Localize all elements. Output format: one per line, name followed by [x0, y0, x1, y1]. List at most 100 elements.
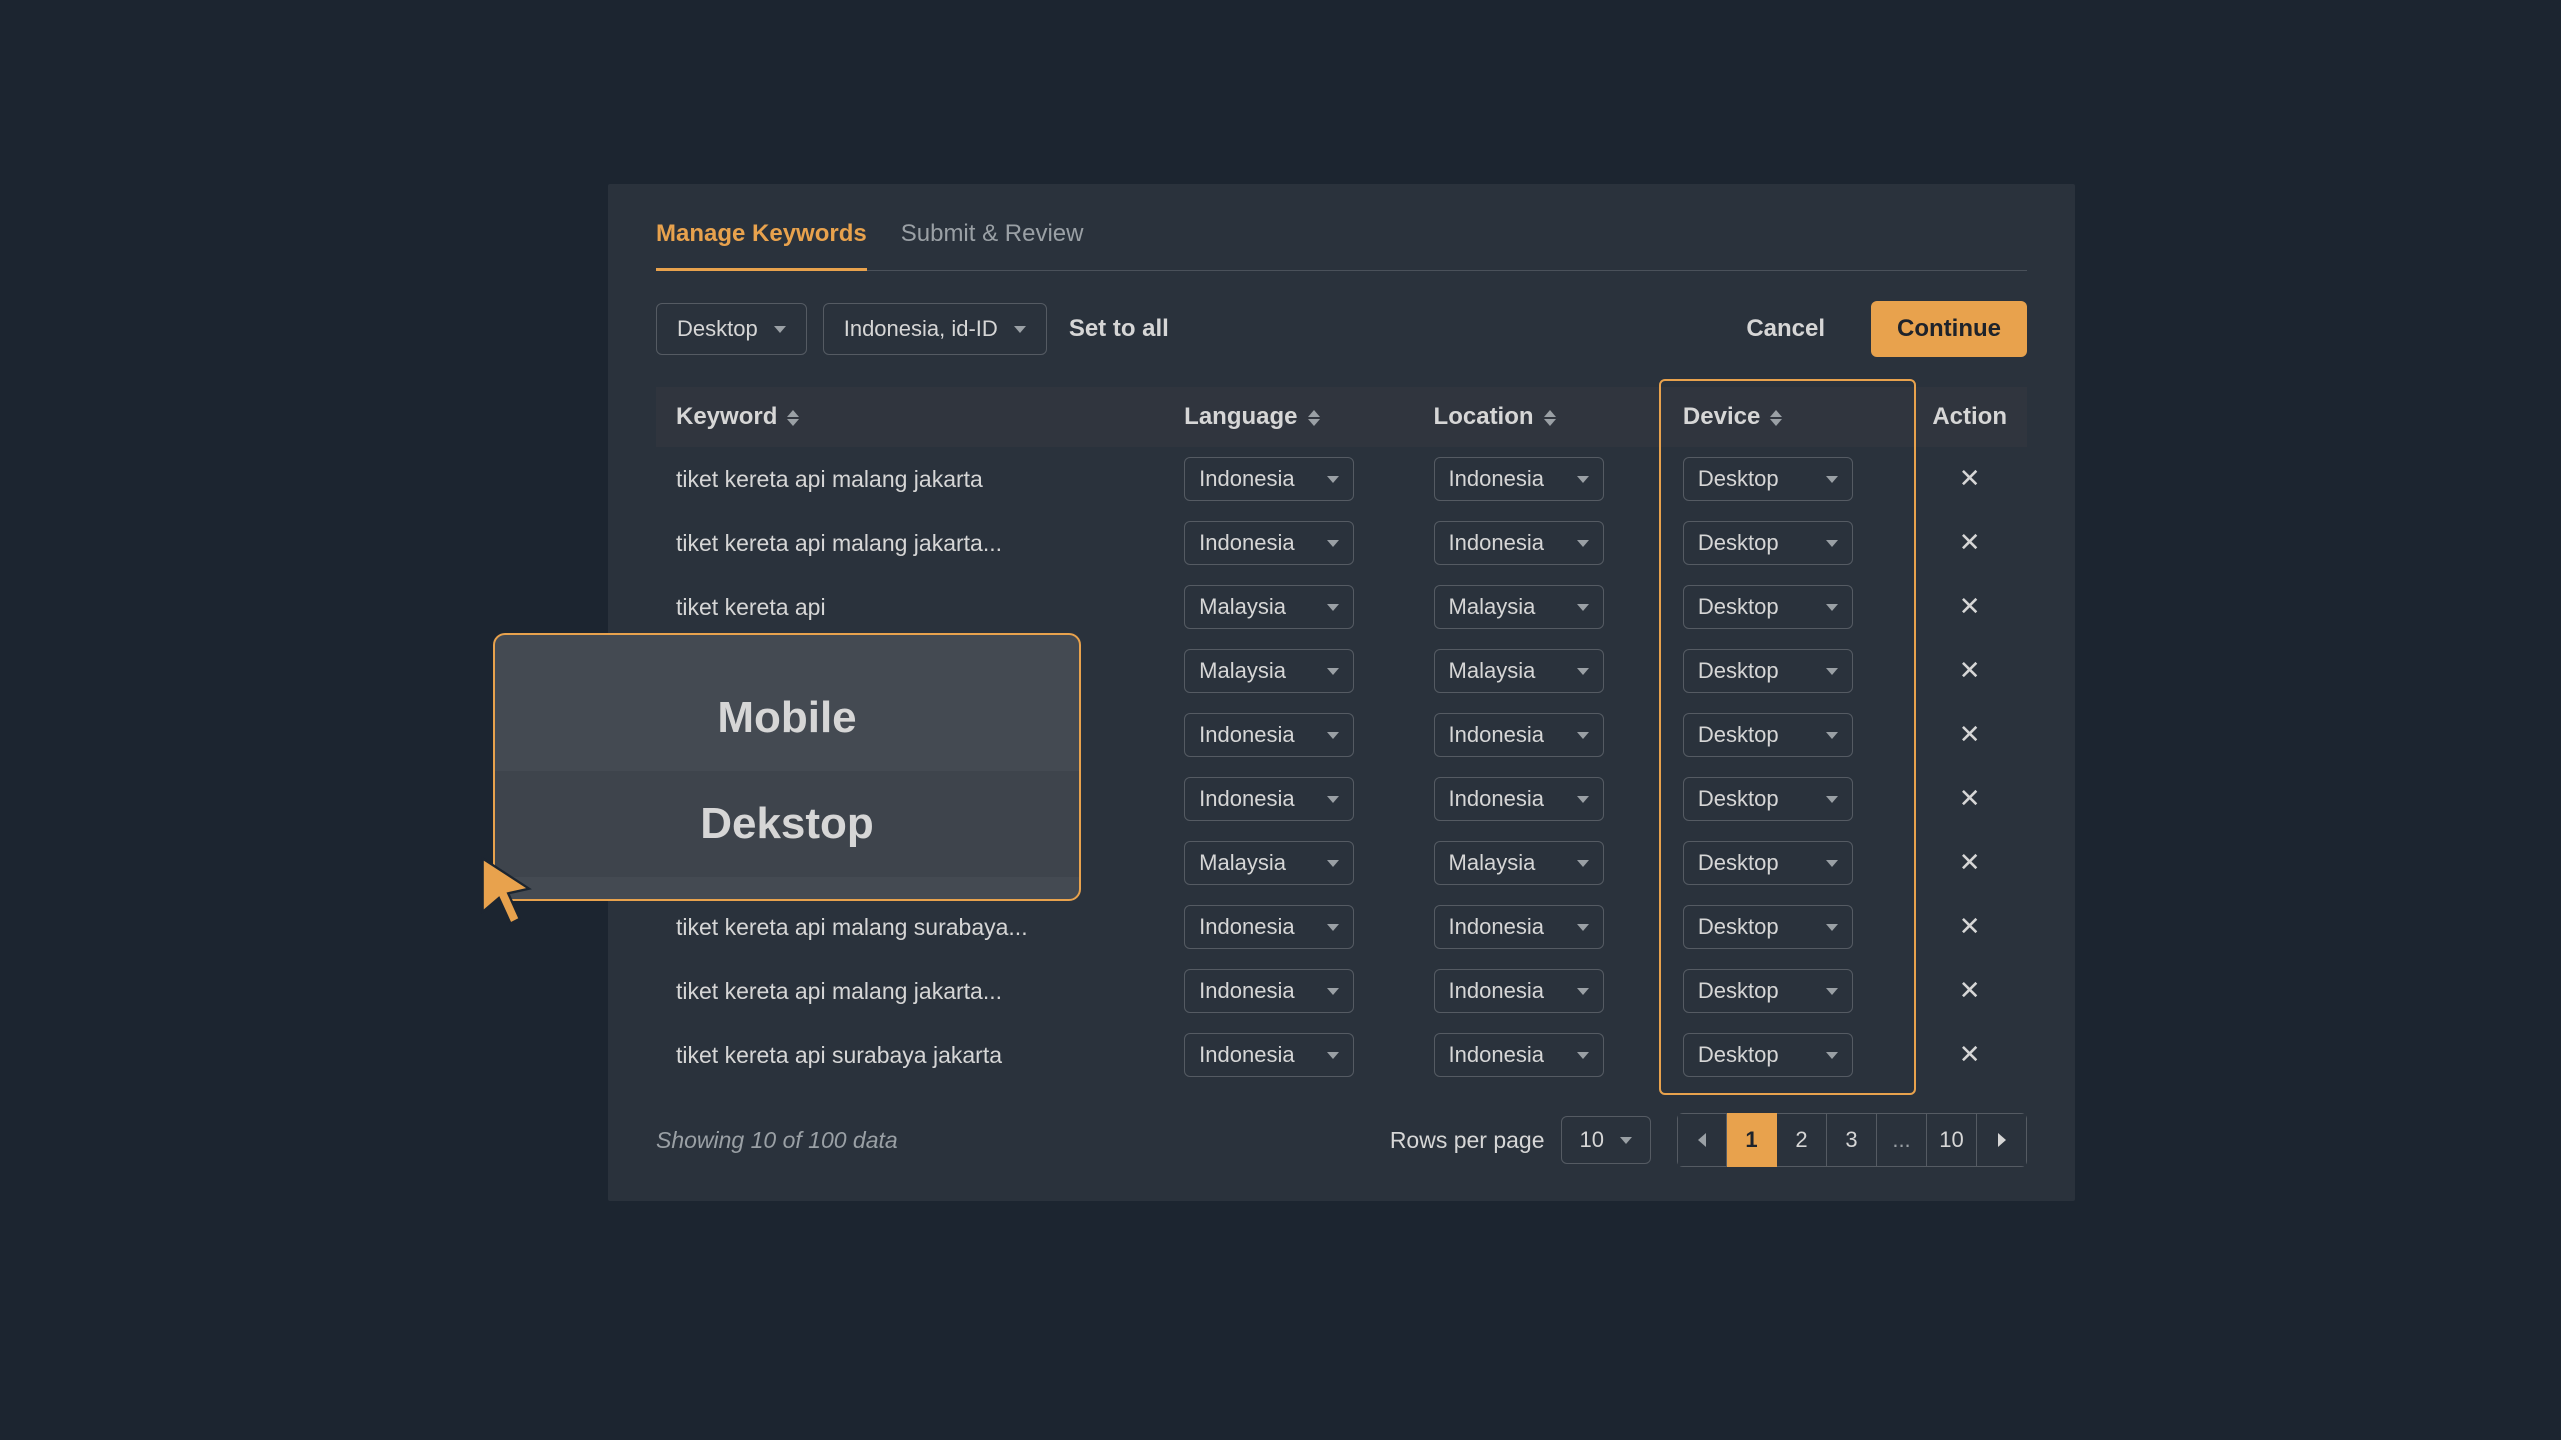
page-1-button[interactable]: 1 [1727, 1113, 1777, 1167]
table-row: tiket kereta api surabaya jakarta Indones… [656, 1023, 2027, 1087]
keyword-cell: tiket kereta api malang jakarta [656, 447, 1164, 511]
chevron-down-icon [1327, 860, 1339, 867]
location-select[interactable]: Indonesia [1434, 1033, 1604, 1077]
location-value: Indonesia [1449, 786, 1544, 812]
device-value: Desktop [1698, 850, 1779, 876]
keyword-cell: tiket kereta api malang jakarta... [656, 959, 1164, 1023]
table-row: tiket kereta api malang jakarta Indonesia… [656, 447, 2027, 511]
language-select[interactable]: Malaysia [1184, 585, 1354, 629]
remove-row-button[interactable]: ✕ [1956, 913, 1984, 941]
chevron-down-icon [1577, 476, 1589, 483]
language-value: Indonesia [1199, 978, 1294, 1004]
chevron-down-icon [1826, 668, 1838, 675]
bulk-device-select[interactable]: Desktop [656, 303, 807, 355]
device-option-mobile[interactable]: Mobile [495, 665, 1079, 771]
remove-row-button[interactable]: ✕ [1956, 529, 1984, 557]
device-select[interactable]: Desktop [1683, 905, 1853, 949]
device-select[interactable]: Desktop [1683, 841, 1853, 885]
remove-row-button[interactable]: ✕ [1956, 465, 1984, 493]
bulk-locale-select[interactable]: Indonesia, id-ID [823, 303, 1047, 355]
chevron-down-icon [1327, 604, 1339, 611]
language-select[interactable]: Malaysia [1184, 841, 1354, 885]
device-value: Desktop [1698, 466, 1779, 492]
cursor-icon [478, 856, 536, 926]
col-language-label: Language [1184, 403, 1297, 430]
page-prev-button[interactable] [1677, 1113, 1727, 1167]
remove-row-button[interactable]: ✕ [1956, 593, 1984, 621]
pagination: 1 2 3 ... 10 [1677, 1113, 2027, 1167]
chevron-down-icon [1577, 604, 1589, 611]
device-select[interactable]: Desktop [1683, 457, 1853, 501]
location-value: Indonesia [1449, 978, 1544, 1004]
sort-icon [1308, 410, 1320, 426]
page-last-button[interactable]: 10 [1927, 1113, 1977, 1167]
device-select[interactable]: Desktop [1683, 777, 1853, 821]
col-device-label: Device [1683, 403, 1760, 430]
language-select[interactable]: Indonesia [1184, 521, 1354, 565]
remove-row-button[interactable]: ✕ [1956, 1041, 1984, 1069]
chevron-down-icon [1327, 540, 1339, 547]
device-select[interactable]: Desktop [1683, 713, 1853, 757]
device-select[interactable]: Desktop [1683, 969, 1853, 1013]
device-option-desktop[interactable]: Dekstop [495, 771, 1079, 877]
language-select[interactable]: Indonesia [1184, 713, 1354, 757]
device-select[interactable]: Desktop [1683, 649, 1853, 693]
remove-row-button[interactable]: ✕ [1956, 721, 1984, 749]
language-select[interactable]: Indonesia [1184, 457, 1354, 501]
location-select[interactable]: Malaysia [1434, 841, 1604, 885]
device-select[interactable]: Desktop [1683, 1033, 1853, 1077]
col-keyword-label: Keyword [676, 403, 777, 430]
page-2-button[interactable]: 2 [1777, 1113, 1827, 1167]
location-select[interactable]: Malaysia [1434, 649, 1604, 693]
remove-row-button[interactable]: ✕ [1956, 657, 1984, 685]
language-select[interactable]: Indonesia [1184, 1033, 1354, 1077]
col-keyword-header[interactable]: Keyword [656, 387, 1164, 447]
chevron-down-icon [1577, 732, 1589, 739]
page-ellipsis: ... [1877, 1113, 1927, 1167]
location-value: Malaysia [1449, 850, 1536, 876]
page-3-button[interactable]: 3 [1827, 1113, 1877, 1167]
device-select[interactable]: Desktop [1683, 521, 1853, 565]
continue-button[interactable]: Continue [1871, 301, 2027, 357]
rows-per-page-select[interactable]: 10 [1561, 1116, 1651, 1164]
set-to-all-button[interactable]: Set to all [1063, 303, 1175, 355]
device-select[interactable]: Desktop [1683, 585, 1853, 629]
table-footer: Showing 10 of 100 data Rows per page 10 … [656, 1113, 2027, 1167]
location-select[interactable]: Indonesia [1434, 521, 1604, 565]
location-select[interactable]: Indonesia [1434, 457, 1604, 501]
location-select[interactable]: Indonesia [1434, 713, 1604, 757]
remove-row-button[interactable]: ✕ [1956, 785, 1984, 813]
location-select[interactable]: Malaysia [1434, 585, 1604, 629]
language-select[interactable]: Indonesia [1184, 969, 1354, 1013]
page-next-button[interactable] [1977, 1113, 2027, 1167]
location-value: Indonesia [1449, 914, 1544, 940]
cancel-button[interactable]: Cancel [1740, 314, 1831, 344]
tab-bar: Manage Keywords Submit & Review [656, 220, 2027, 271]
language-value: Indonesia [1199, 530, 1294, 556]
col-device-header[interactable]: Device [1663, 387, 1912, 447]
table-row: tiket kereta api malang jakarta... Indone… [656, 959, 2027, 1023]
device-value: Desktop [1698, 530, 1779, 556]
chevron-down-icon [1577, 796, 1589, 803]
tab-submit-review[interactable]: Submit & Review [901, 220, 1084, 270]
chevron-down-icon [1014, 326, 1026, 333]
chevron-down-icon [1577, 860, 1589, 867]
location-select[interactable]: Indonesia [1434, 777, 1604, 821]
remove-row-button[interactable]: ✕ [1956, 849, 1984, 877]
chevron-down-icon [1577, 924, 1589, 931]
chevron-down-icon [1826, 732, 1838, 739]
tab-manage-keywords[interactable]: Manage Keywords [656, 220, 867, 271]
bulk-toolbar: Desktop Indonesia, id-ID Set to all Canc… [656, 301, 2027, 357]
chevron-down-icon [1327, 732, 1339, 739]
col-language-header[interactable]: Language [1164, 387, 1413, 447]
language-select[interactable]: Indonesia [1184, 905, 1354, 949]
language-select[interactable]: Indonesia [1184, 777, 1354, 821]
remove-row-button[interactable]: ✕ [1956, 977, 1984, 1005]
language-select[interactable]: Malaysia [1184, 649, 1354, 693]
location-select[interactable]: Indonesia [1434, 905, 1604, 949]
language-value: Indonesia [1199, 914, 1294, 940]
keyword-cell: tiket kereta api surabaya jakarta [656, 1023, 1164, 1087]
location-select[interactable]: Indonesia [1434, 969, 1604, 1013]
col-location-header[interactable]: Location [1414, 387, 1663, 447]
location-value: Indonesia [1449, 530, 1544, 556]
